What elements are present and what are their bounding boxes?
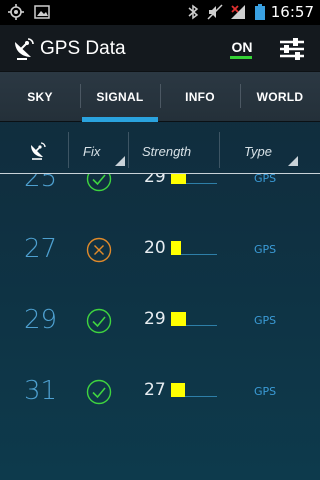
tab-label: SIGNAL: [96, 90, 144, 104]
fix-label: Fix: [83, 144, 101, 159]
satellite-icon: [31, 142, 46, 160]
satellite-prn: 31: [24, 376, 58, 406]
app-title: GPS Data: [40, 38, 126, 59]
fix-column-header[interactable]: Fix: [69, 132, 127, 168]
tab-info[interactable]: INFO: [160, 72, 240, 122]
signal-strength-value: 29: [144, 174, 166, 187]
satellite-type: GPS: [254, 243, 277, 256]
signal-strength-value: 27: [144, 380, 166, 400]
satellite-type: GPS: [254, 314, 277, 327]
list-item[interactable]: 27 20 GPS: [0, 214, 320, 285]
gps-toggle-button[interactable]: ON: [228, 39, 256, 61]
signal-strength-bar: [171, 383, 217, 397]
image-icon: [34, 5, 50, 19]
list-item[interactable]: 29 29 GPS: [0, 285, 320, 356]
check-circle-icon: [86, 308, 112, 334]
no-signal-icon: [231, 5, 245, 19]
tab-label: SKY: [27, 90, 53, 104]
signal-strength-bar: [171, 174, 217, 184]
bluetooth-icon: [188, 4, 199, 20]
toggle-label: ON: [231, 39, 253, 55]
satellite-list[interactable]: 25 29 GPS 27 20 GPS 29 29 GPS 31 27 GPS: [0, 174, 320, 480]
column-header: Fix Strength Type: [0, 122, 320, 174]
tab-label: INFO: [185, 90, 215, 104]
dropdown-corner-icon: [115, 156, 125, 166]
satellite-type: GPS: [254, 174, 277, 185]
tab-bar: SKY SIGNAL INFO WORLD: [0, 72, 320, 122]
strength-label: Strength: [142, 144, 192, 159]
strength-column-header[interactable]: Strength: [129, 132, 219, 168]
sort-by-satellite-button[interactable]: [0, 132, 68, 168]
satellite-prn: 27: [24, 234, 58, 264]
app-bar: GPS Data ON: [0, 25, 320, 72]
satellite-type: GPS: [254, 385, 277, 398]
tab-world[interactable]: WORLD: [240, 72, 320, 122]
type-label: Type: [244, 144, 272, 159]
mute-icon: [207, 4, 223, 20]
tab-sky[interactable]: SKY: [0, 72, 80, 122]
signal-strength-bar: [171, 312, 217, 326]
clock: 16:57: [270, 3, 314, 21]
status-bar: 16:57: [0, 0, 320, 25]
satellite-dish-icon: [15, 38, 34, 60]
gps-target-icon: [8, 4, 24, 20]
settings-sliders-icon[interactable]: [278, 37, 306, 61]
satellite-prn: 29: [24, 305, 58, 335]
tab-signal[interactable]: SIGNAL: [80, 72, 160, 122]
signal-strength-value: 20: [144, 238, 166, 258]
type-column-header[interactable]: Type: [220, 132, 300, 168]
battery-icon: [255, 4, 265, 20]
tab-label: WORLD: [256, 90, 304, 104]
check-circle-icon: [86, 379, 112, 405]
signal-strength-bar: [171, 241, 217, 255]
satellite-prn: 25: [24, 174, 58, 193]
list-item[interactable]: 25 29 GPS: [0, 174, 320, 214]
dropdown-corner-icon: [288, 156, 298, 166]
check-circle-icon: [86, 174, 112, 192]
toggle-indicator: [230, 56, 252, 59]
signal-strength-value: 29: [144, 309, 166, 329]
list-item[interactable]: 31 27 GPS: [0, 356, 320, 427]
x-circle-icon: [86, 237, 112, 263]
